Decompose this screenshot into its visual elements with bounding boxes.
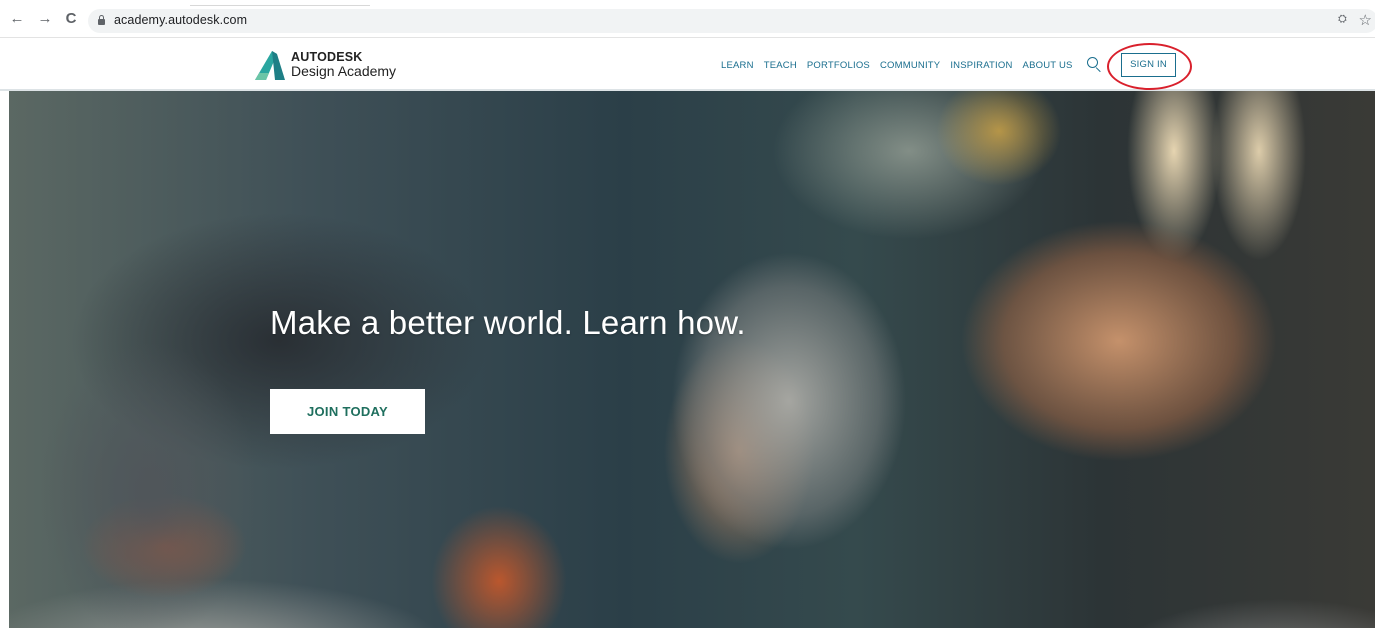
back-icon[interactable]: ← <box>8 10 26 28</box>
main-nav: LEARN TEACH PORTFOLIOS COMMUNITY INSPIRA… <box>721 60 1083 74</box>
nav-item-community[interactable]: COMMUNITY <box>880 60 940 74</box>
nav-item-about-us[interactable]: ABOUT US <box>1023 60 1073 74</box>
bookmark-star-icon[interactable]: ☆ <box>1359 11 1372 29</box>
hero-banner: Make a better world. Learn how. JOIN TOD… <box>9 91 1375 628</box>
autodesk-logo-icon <box>255 51 285 80</box>
nav-item-inspiration[interactable]: INSPIRATION <box>950 60 1012 74</box>
site-header: AUTODESK Design Academy LEARN TEACH PORT… <box>0 38 1375 91</box>
address-bar[interactable]: academy.autodesk.com ⛭ ☆ <box>88 9 1375 33</box>
forward-icon[interactable]: → <box>36 10 54 28</box>
nav-item-teach[interactable]: TEACH <box>764 60 797 74</box>
tab-strip-edge <box>190 2 370 6</box>
hero-title: Make a better world. Learn how. <box>270 304 746 341</box>
nav-item-learn[interactable]: LEARN <box>721 60 754 74</box>
nav-item-portfolios[interactable]: PORTFOLIOS <box>807 60 870 74</box>
browser-toolbar: ← → C academy.autodesk.com ⛭ ☆ <box>0 0 1375 38</box>
sign-in-button[interactable]: SIGN IN <box>1121 53 1176 77</box>
url-text[interactable]: academy.autodesk.com <box>114 13 247 27</box>
translate-icon[interactable]: ⛭ <box>1338 13 1352 27</box>
join-today-button[interactable]: JOIN TODAY <box>270 389 425 434</box>
autodesk-logo[interactable]: AUTODESK Design Academy <box>255 50 397 81</box>
logo-brand-text: AUTODESK <box>291 50 363 64</box>
reload-icon[interactable]: C <box>62 10 80 28</box>
logo-product-text: Design Academy <box>291 63 397 79</box>
search-icon[interactable] <box>1087 57 1102 73</box>
lock-icon <box>98 15 105 25</box>
